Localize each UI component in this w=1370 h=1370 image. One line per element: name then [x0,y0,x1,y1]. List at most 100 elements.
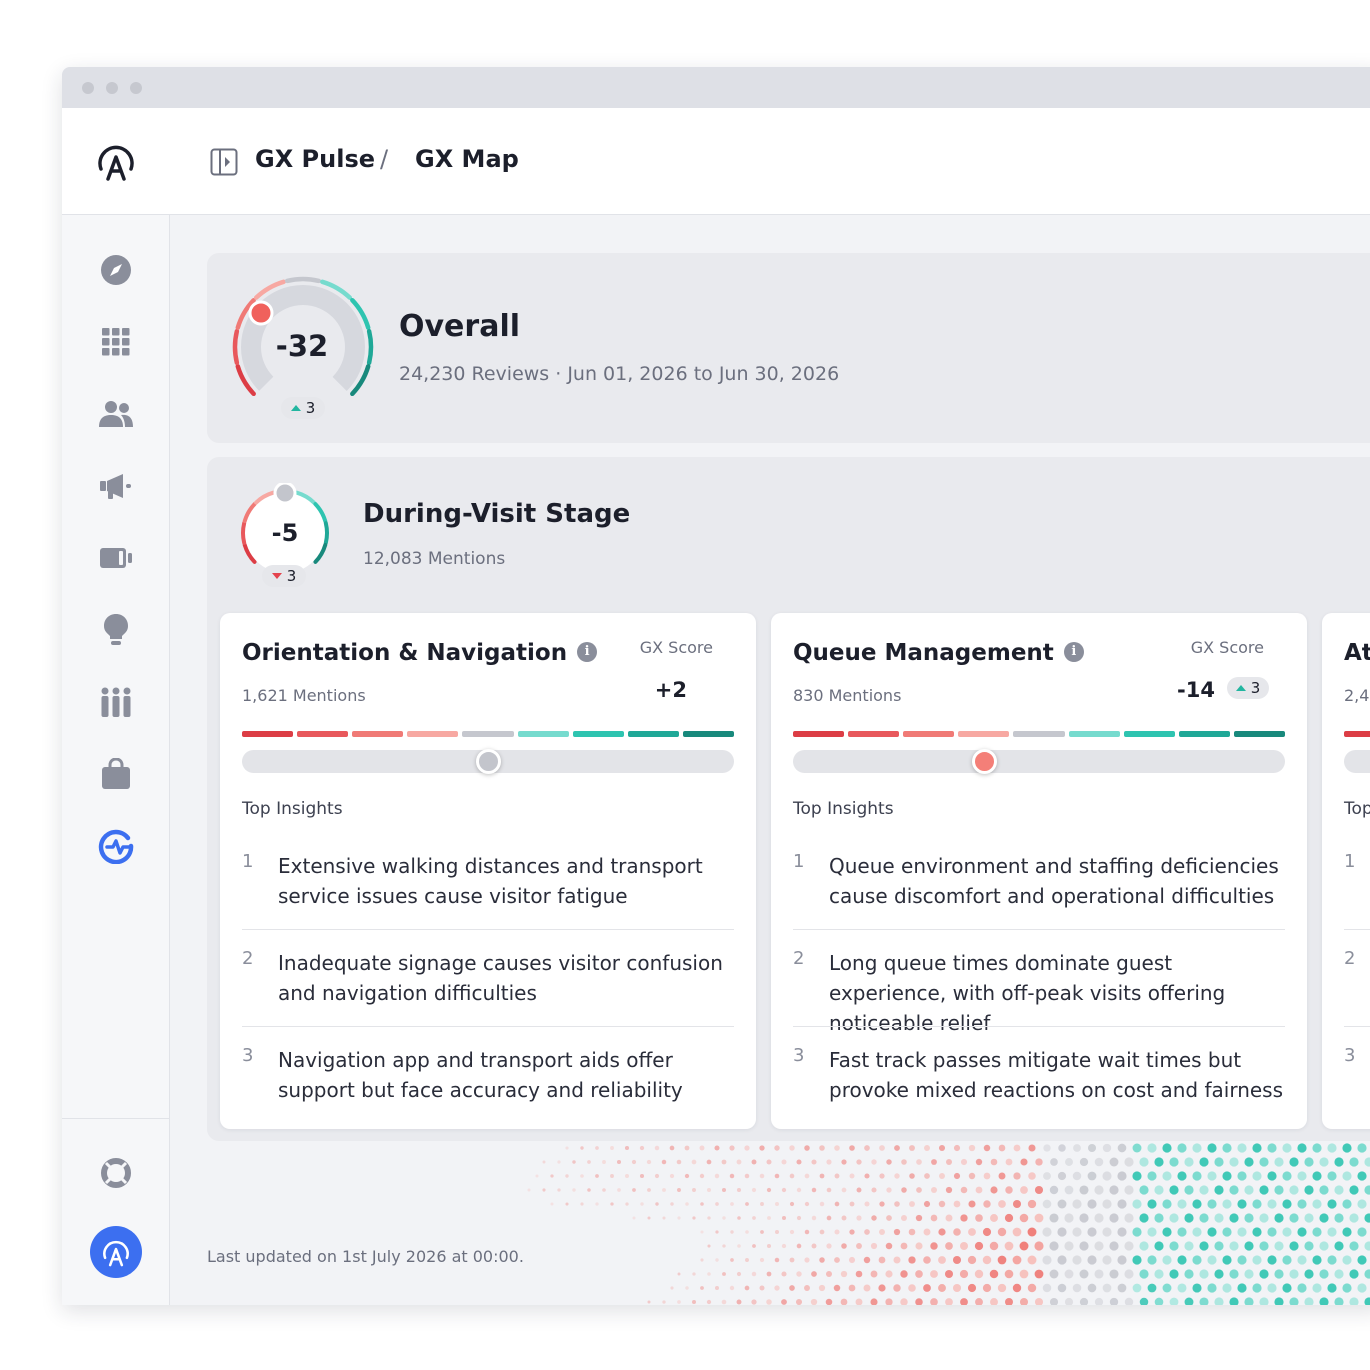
gx-logo-icon[interactable] [96,826,136,866]
decorative-dot [1244,1269,1254,1279]
sidebar-toggle-icon[interactable] [210,148,238,180]
score-knob[interactable] [475,749,501,774]
decorative-dot [736,1299,742,1305]
decorative-dot [931,1187,937,1193]
decorative-dot [1319,1185,1329,1195]
device-icon[interactable] [96,538,136,578]
decorative-dot [745,1258,749,1262]
app-logo[interactable] [62,108,170,215]
decorative-dot [1169,1185,1179,1195]
decorative-dot [1087,1283,1097,1293]
theme-card-queue[interactable]: Queue Management i 830 Mentions GX Score … [771,613,1307,1129]
decorative-dot [953,1200,961,1208]
decorative-dot [1319,1241,1329,1251]
top-insights-title: Top Insights [793,799,894,819]
decorative-dot [923,1200,931,1208]
decorative-dot [722,1272,726,1276]
info-icon[interactable]: i [1063,641,1084,662]
decorative-dot [1312,1143,1322,1153]
decorative-dot [774,1257,780,1263]
decorative-dot [1154,1297,1164,1305]
decorative-dot [1177,1255,1187,1265]
decorative-dot [766,1271,772,1277]
decorative-dot [729,1145,735,1151]
decorative-dot [1342,1255,1352,1265]
decorative-dot [1117,1255,1127,1265]
decorative-dot [766,1243,772,1249]
theme-card-orientation[interactable]: Orientation & Navigation i 1,621 Mentions… [220,613,756,1129]
decorative-dot [894,1201,900,1207]
decorative-dot [990,1186,998,1194]
decorative-dot [1199,1185,1209,1195]
decorative-dot [796,1187,802,1193]
decorative-dot [915,1270,923,1278]
decorative-dot [632,1188,636,1192]
decorative-dot [1020,1186,1028,1194]
decorative-dot [557,1160,561,1164]
stage-delta-badge: 3 [262,565,306,587]
account-avatar-icon[interactable] [90,1226,142,1278]
decorative-dot [587,1160,591,1164]
decorative-dot [1012,1199,1022,1209]
decorative-dot [1312,1171,1322,1181]
decorative-dot [1184,1213,1194,1223]
decorative-dot [1012,1255,1022,1265]
decorative-dot [714,1285,720,1291]
decorative-dot [1214,1213,1224,1223]
decorative-dot [938,1144,946,1152]
decorative-dot [1013,1144,1021,1152]
decorative-dot [974,1269,984,1279]
decorative-dot [1297,1171,1307,1181]
stage-title: During-Visit Stage [363,499,631,529]
decorative-dot [1192,1227,1202,1237]
decorative-dot [983,1200,991,1208]
decorative-dot [1169,1241,1179,1251]
decorative-dot [983,1172,991,1180]
decorative-dot [580,1174,584,1178]
decorative-dot [1049,1185,1059,1195]
decorative-dot [684,1145,690,1151]
decorative-dot [1177,1283,1187,1293]
insight-divider [242,1026,734,1027]
info-icon[interactable]: i [577,641,598,662]
decorative-dot [1027,1199,1037,1209]
megaphone-icon[interactable] [96,466,136,506]
decorative-dot [729,1285,735,1291]
decorative-dot [900,1298,908,1305]
decorative-dot [870,1270,878,1278]
decorative-dot [669,1145,675,1151]
scale-segment [1344,731,1370,737]
gx-score-label: GX Score [639,638,713,657]
decorative-dot [885,1270,893,1278]
decorative-dot [1252,1199,1262,1209]
decorative-dot [1237,1283,1247,1293]
decorative-dot [1004,1241,1014,1251]
decorative-dot [841,1243,847,1249]
theme-card-partial[interactable]: At 2,4 Top 1 2 3 [1322,613,1370,1129]
decorative-dot [1102,1199,1112,1209]
decorative-dot [834,1145,840,1151]
decorative-dot [580,1146,584,1150]
window-dot[interactable] [82,82,94,94]
decorative-dot [625,1202,629,1206]
bag-icon[interactable] [96,754,136,794]
grid-icon[interactable] [96,322,136,362]
decorative-dot [1109,1297,1119,1305]
lightbulb-icon[interactable] [96,610,136,650]
decorative-dot [826,1159,832,1165]
decorative-dot [1252,1227,1262,1237]
decorative-dot [715,1230,719,1234]
decorative-dot [1019,1241,1029,1251]
users-icon[interactable] [96,394,136,434]
people-group-icon[interactable] [96,682,136,722]
decorative-dot [1222,1283,1232,1293]
decorative-dot [1319,1269,1329,1279]
decorative-dot [1364,1213,1370,1223]
window-dot[interactable] [130,82,142,94]
breadcrumb-app[interactable]: GX Pulse [255,145,375,173]
decorative-dot [1057,1171,1067,1181]
decorative-dot [1327,1171,1337,1181]
window-dot[interactable] [106,82,118,94]
compass-icon[interactable] [96,250,136,290]
lifebuoy-icon[interactable] [96,1153,136,1193]
